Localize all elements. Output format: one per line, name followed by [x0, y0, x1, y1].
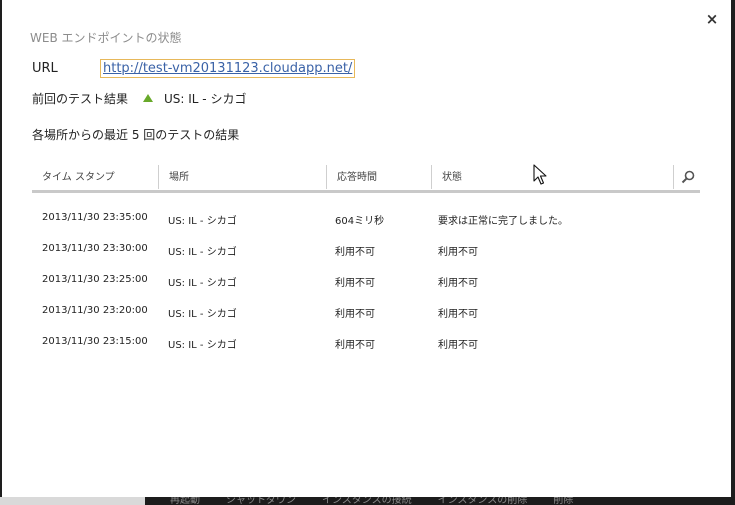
column-header-location[interactable]: 場所: [158, 165, 326, 189]
table-row[interactable]: 2013/11/30 23:15:00 US: IL - シカゴ 利用不可 利用…: [32, 329, 700, 360]
cell-response-time: 利用不可: [335, 309, 375, 320]
table-row[interactable]: 2013/11/30 23:25:00 US: IL - シカゴ 利用不可 利用…: [32, 267, 700, 298]
url-label: URL: [32, 61, 58, 76]
background-command-bar: 再起動 シャットダウン インスタンスの接続 インスタンスの削除 削除: [0, 497, 735, 505]
cell-response-time: 利用不可: [335, 278, 375, 289]
dialog-title: WEB エンドポイントの状態: [30, 31, 182, 45]
table-search-button[interactable]: [673, 165, 700, 189]
cell-status: 要求は正常に完了しました。: [438, 216, 568, 227]
url-link[interactable]: http://test-vm20131123.cloudapp.net/: [100, 59, 356, 78]
up-arrow-icon: [143, 94, 153, 102]
cell-timestamp: 2013/11/30 23:30:00: [42, 243, 148, 254]
background-right-edge: [731, 0, 735, 505]
column-header-status[interactable]: 状態: [431, 165, 673, 189]
results-table: タイム スタンプ 場所 応答時間 状態 2013/11/30 23:35:00 …: [32, 165, 700, 351]
cell-status: 利用不可: [438, 247, 478, 258]
last-test-label: 前回のテスト結果: [32, 92, 129, 106]
column-header-timestamp[interactable]: タイム スタンプ: [32, 165, 158, 189]
column-header-response-time[interactable]: 応答時間: [326, 165, 431, 189]
command-bar-items: 再起動 シャットダウン インスタンスの接続 インスタンスの削除 削除: [170, 497, 573, 505]
cell-response-time: 利用不可: [335, 340, 375, 351]
cell-status: 利用不可: [438, 309, 478, 320]
cell-response-time: 利用不可: [335, 247, 375, 258]
cell-timestamp: 2013/11/30 23:20:00: [42, 305, 148, 316]
cell-response-time: 604ミリ秒: [335, 216, 385, 227]
command-restart[interactable]: 再起動: [170, 497, 200, 505]
cell-status: 利用不可: [438, 340, 478, 351]
command-delete[interactable]: 削除: [553, 497, 573, 505]
cell-location: US: IL - シカゴ: [168, 309, 237, 320]
search-icon: [681, 170, 695, 184]
cell-status: 利用不可: [438, 278, 478, 289]
table-row[interactable]: 2013/11/30 23:20:00 US: IL - シカゴ 利用不可 利用…: [32, 298, 700, 329]
cell-timestamp: 2013/11/30 23:25:00: [42, 274, 148, 285]
cell-timestamp: 2013/11/30 23:15:00: [42, 336, 148, 347]
table-row[interactable]: 2013/11/30 23:30:00 US: IL - シカゴ 利用不可 利用…: [32, 236, 700, 267]
cell-location: US: IL - シカゴ: [168, 247, 237, 258]
table-header: タイム スタンプ 場所 応答時間 状態: [32, 165, 700, 193]
command-delete-instance[interactable]: インスタンスの削除: [438, 497, 528, 505]
endpoint-status-dialog: × WEB エンドポイントの状態 URL http://test-vm20131…: [2, 0, 731, 497]
cell-location: US: IL - シカゴ: [168, 216, 237, 227]
section-title: 各場所からの最近 5 回のテストの結果: [32, 128, 240, 142]
table-body: 2013/11/30 23:35:00 US: IL - シカゴ 604ミリ秒 …: [32, 205, 700, 360]
header-divider: [32, 190, 700, 193]
last-test-value: US: IL - シカゴ: [164, 92, 247, 106]
mouse-cursor-icon: [533, 164, 547, 185]
close-icon[interactable]: ×: [704, 10, 720, 28]
cell-timestamp: 2013/11/30 23:35:00: [42, 212, 148, 223]
command-connect[interactable]: インスタンスの接続: [322, 497, 412, 505]
table-row[interactable]: 2013/11/30 23:35:00 US: IL - シカゴ 604ミリ秒 …: [32, 205, 700, 236]
horizontal-scrollbar[interactable]: [0, 497, 145, 505]
cell-location: US: IL - シカゴ: [168, 278, 237, 289]
cell-location: US: IL - シカゴ: [168, 340, 237, 351]
command-shutdown[interactable]: シャットダウン: [226, 497, 296, 505]
